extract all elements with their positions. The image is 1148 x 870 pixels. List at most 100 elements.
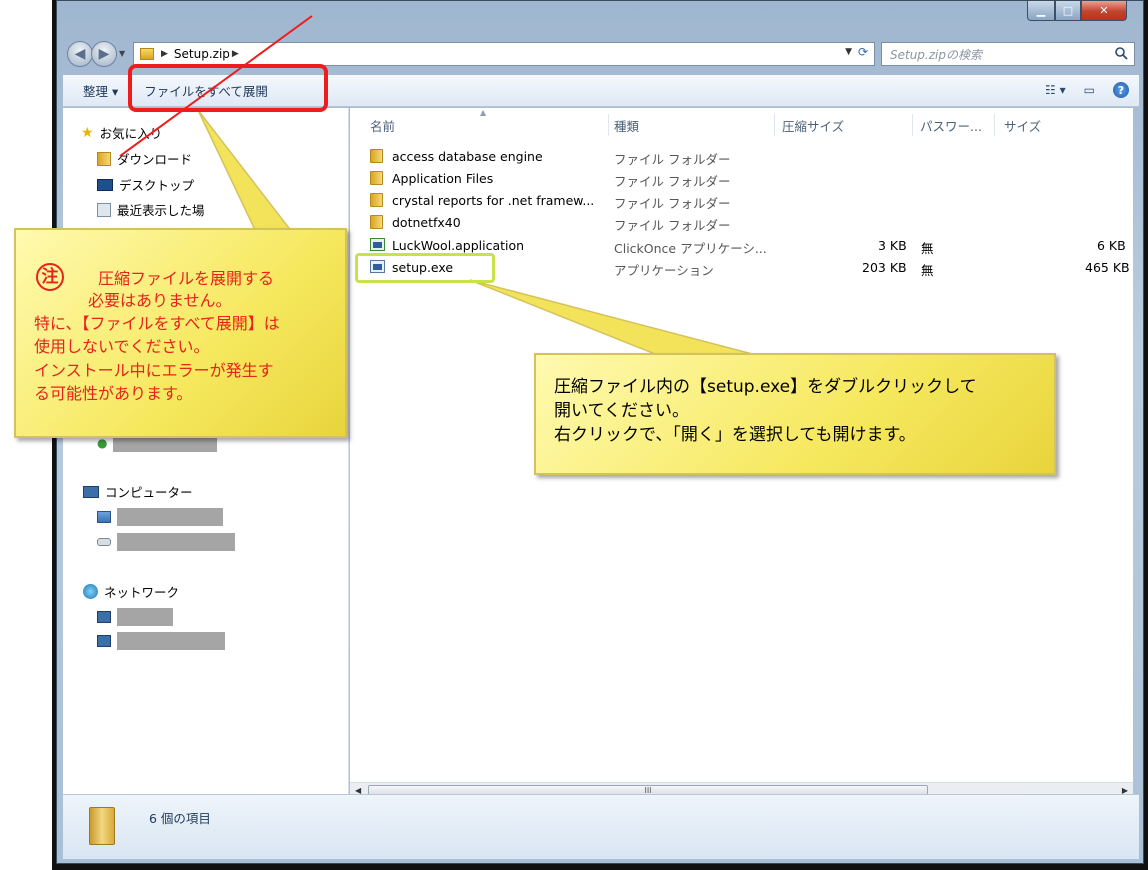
breadcrumb-setup-zip[interactable]: Setup.zip	[174, 47, 230, 61]
file-type: アプリケーション	[614, 263, 714, 278]
details-pane: 6 個の項目	[63, 794, 1139, 859]
item-count: 6 個の項目	[149, 811, 211, 826]
file-compressed-size: 203 KB	[862, 260, 907, 275]
back-arrow-icon: ◀	[74, 46, 86, 62]
file-name: access database engine	[392, 149, 543, 164]
column-header-size[interactable]: サイズ	[1004, 116, 1041, 135]
redacted-label	[117, 533, 235, 551]
column-header-password[interactable]: パスワー...	[920, 116, 982, 135]
nav-network-pc-1[interactable]	[97, 608, 173, 626]
file-row[interactable]: access database engine ファイル フォルダー	[370, 146, 1130, 168]
file-name: dotnetfx40	[392, 215, 461, 230]
recent-pages-dropdown-icon[interactable]: ▼	[119, 49, 125, 58]
navigation-pane: ★ お気に入り ダウンロード デスクトップ 最近表示した場 ● コンピューター	[63, 108, 349, 794]
nav-favorites[interactable]: ★ お気に入り	[81, 123, 162, 142]
nav-network-label: ネットワーク	[104, 585, 180, 600]
redacted-label	[117, 608, 173, 626]
nav-recent[interactable]: 最近表示した場	[97, 200, 205, 219]
computer-icon	[83, 485, 99, 498]
address-dropdown-icon[interactable]: ▼	[845, 47, 852, 57]
nav-drive-d[interactable]	[97, 533, 235, 551]
nav-favorites-label: お気に入り	[99, 126, 163, 141]
note-line: る可能性があります。	[34, 384, 193, 403]
sort-arrow-icon: ▲	[480, 108, 487, 117]
column-divider[interactable]	[912, 114, 913, 136]
close-icon: ✕	[1099, 4, 1109, 17]
downloads-folder-icon	[97, 151, 111, 166]
forward-arrow-icon: ▶	[98, 46, 110, 62]
warning-callout: 注 圧縮ファイルを展開する 必要はありません。 特に、【ファイルをすべて展開】は…	[14, 228, 347, 438]
folder-icon	[370, 149, 383, 163]
file-row[interactable]: crystal reports for .net framew... ファイル …	[370, 190, 1130, 212]
preview-pane-icon[interactable]: ▭	[1084, 83, 1095, 97]
file-row[interactable]: Application Files ファイル フォルダー	[370, 168, 1130, 190]
column-header-type[interactable]: 種類	[614, 116, 639, 135]
file-name: Application Files	[392, 171, 494, 186]
file-name: crystal reports for .net framew...	[392, 193, 595, 208]
close-button[interactable]: ✕	[1081, 1, 1127, 21]
redacted-label	[117, 508, 223, 526]
address-bar[interactable]: ▶ Setup.zip ▶ ▼ ⟳	[133, 42, 875, 66]
tip-line: 圧縮ファイル内の【setup.exe】をダブルクリックして	[554, 377, 977, 397]
redacted-label	[117, 632, 225, 650]
title-bar[interactable]: ▁ □ ✕	[57, 1, 1143, 37]
back-button[interactable]: ◀	[67, 41, 93, 67]
recent-places-icon	[97, 202, 111, 217]
column-header-compressed-size[interactable]: 圧縮サイズ	[782, 116, 844, 135]
nav-desktop[interactable]: デスクトップ	[97, 175, 194, 194]
search-placeholder: Setup.zipの検索	[890, 47, 982, 62]
forward-button[interactable]: ▶	[91, 41, 117, 67]
help-icon[interactable]: ?	[1113, 82, 1129, 98]
maximize-button[interactable]: □	[1055, 1, 1081, 21]
maximize-icon: □	[1062, 4, 1074, 17]
refresh-icon[interactable]: ⟳	[854, 45, 872, 63]
zip-folder-icon	[140, 48, 154, 60]
note-mark-icon: 注	[36, 263, 64, 291]
column-divider[interactable]	[774, 114, 775, 136]
note-line: インストール中にエラーが発生す	[34, 361, 274, 380]
column-divider[interactable]	[994, 114, 995, 136]
tip-line: 開いてください。	[554, 401, 689, 421]
file-type: ファイル フォルダー	[614, 174, 731, 189]
column-header-name[interactable]: 名前	[370, 116, 395, 135]
organize-button[interactable]: 整理 ▾	[83, 81, 118, 100]
system-drive-icon	[97, 511, 111, 523]
nav-network-pc-2[interactable]	[97, 632, 225, 650]
note-line: 必要はありません。	[88, 291, 232, 310]
file-row[interactable]: dotnetfx40 ファイル フォルダー	[370, 212, 1130, 234]
search-icon[interactable]	[1114, 46, 1128, 60]
network-icon	[83, 584, 98, 599]
breadcrumb-chevron-icon[interactable]: ▶	[232, 49, 239, 59]
change-view-icon[interactable]: ☷ ▾	[1045, 83, 1066, 97]
folder-icon	[370, 171, 383, 185]
minimize-icon: ▁	[1036, 4, 1046, 17]
file-password: 無	[921, 241, 934, 256]
file-type: ClickOnce アプリケーシ...	[614, 241, 767, 256]
setup-exe-highlight	[355, 253, 495, 283]
file-size: 6 KB	[1097, 238, 1126, 253]
homegroup-icon: ●	[97, 436, 108, 450]
view-controls: ☷ ▾ ▭ ?	[1045, 82, 1129, 98]
file-compressed-size: 3 KB	[878, 238, 907, 253]
clickonce-icon	[370, 238, 385, 251]
note-line: 特に、【ファイルをすべて展開】は	[34, 314, 280, 333]
extract-all-highlight	[128, 64, 328, 112]
network-computer-icon	[97, 635, 111, 647]
file-type: ファイル フォルダー	[614, 218, 731, 233]
note-line: 圧縮ファイルを展開する	[98, 269, 275, 288]
instruction-callout: 圧縮ファイル内の【setup.exe】をダブルクリックして 開いてください。 右…	[534, 353, 1056, 475]
folder-icon	[370, 215, 383, 229]
nav-desktop-label: デスクトップ	[119, 178, 195, 193]
nav-drive-c[interactable]	[97, 508, 223, 526]
column-divider[interactable]	[608, 114, 609, 136]
nav-recent-label: 最近表示した場	[117, 203, 205, 218]
star-icon: ★	[81, 124, 94, 141]
file-size: 465 KB	[1085, 260, 1130, 275]
nav-computer[interactable]: コンピューター	[83, 482, 193, 501]
nav-downloads[interactable]: ダウンロード	[97, 149, 192, 168]
nav-network[interactable]: ネットワーク	[83, 582, 179, 601]
breadcrumb-chevron-icon[interactable]: ▶	[161, 49, 168, 59]
minimize-button[interactable]: ▁	[1027, 1, 1055, 21]
search-input[interactable]: Setup.zipの検索	[881, 42, 1135, 66]
nav-downloads-label: ダウンロード	[117, 152, 193, 167]
